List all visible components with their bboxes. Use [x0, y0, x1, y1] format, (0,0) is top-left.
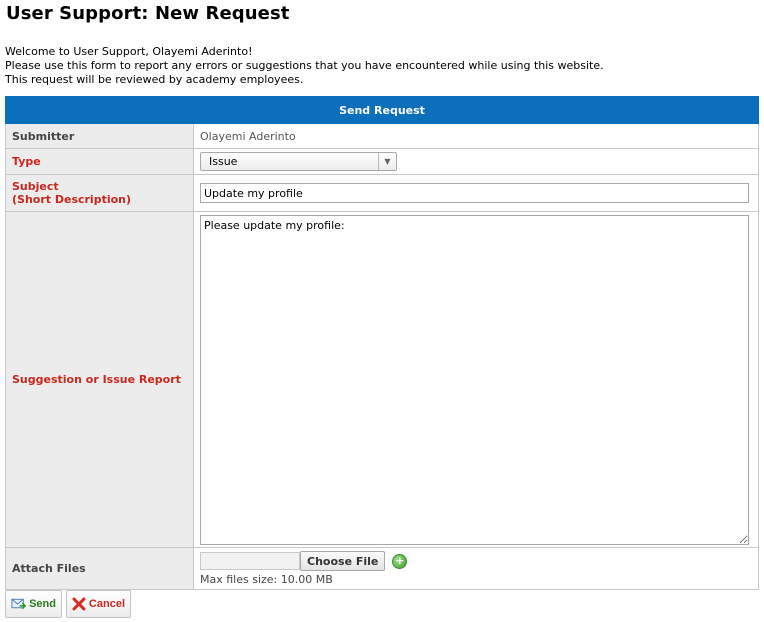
close-icon: [72, 597, 86, 611]
add-file-icon[interactable]: +: [392, 553, 408, 569]
report-label: Suggestion or Issue Report: [5, 211, 194, 548]
page-title: User Support: New Request: [6, 3, 290, 24]
send-button[interactable]: Send: [5, 590, 62, 618]
send-request-form: Send Request Submitter Olayemi Aderinto …: [4, 96, 760, 590]
file-picker: Choose File +: [200, 551, 758, 571]
cancel-button[interactable]: Cancel: [66, 590, 131, 618]
welcome-line: Welcome to User Support, Olayemi Aderint…: [5, 45, 253, 58]
submitter-label: Submitter: [5, 123, 194, 149]
attach-files-label: Attach Files: [5, 547, 194, 590]
type-select[interactable]: Issue ▼: [200, 152, 397, 171]
review-note-line: This request will be reviewed by academy…: [5, 73, 304, 86]
max-file-size-note: Max files size: 10.00 MB: [200, 573, 333, 586]
intro-text: Welcome to User Support, Olayemi Aderint…: [5, 45, 604, 87]
type-label: Type: [5, 148, 194, 175]
chevron-down-icon[interactable]: ▼: [378, 153, 396, 170]
subject-label-sub: (Short Description): [12, 193, 132, 206]
subject-label: Subject (Short Description): [5, 174, 194, 212]
file-name-field: [200, 552, 300, 570]
cancel-label: Cancel: [88, 598, 125, 610]
form-header: Send Request: [4, 96, 760, 124]
type-selected-value: Issue: [209, 155, 238, 168]
subject-input[interactable]: [200, 183, 749, 203]
choose-file-button[interactable]: Choose File: [300, 551, 386, 571]
submitter-value: Olayemi Aderinto: [200, 129, 296, 143]
instructions-line: Please use this form to report any error…: [5, 59, 604, 72]
report-textarea[interactable]: Please update my profile:: [200, 214, 749, 545]
send-label: Send: [29, 598, 56, 610]
subject-label-main: Subject: [12, 180, 59, 193]
send-mail-icon: [11, 598, 27, 610]
